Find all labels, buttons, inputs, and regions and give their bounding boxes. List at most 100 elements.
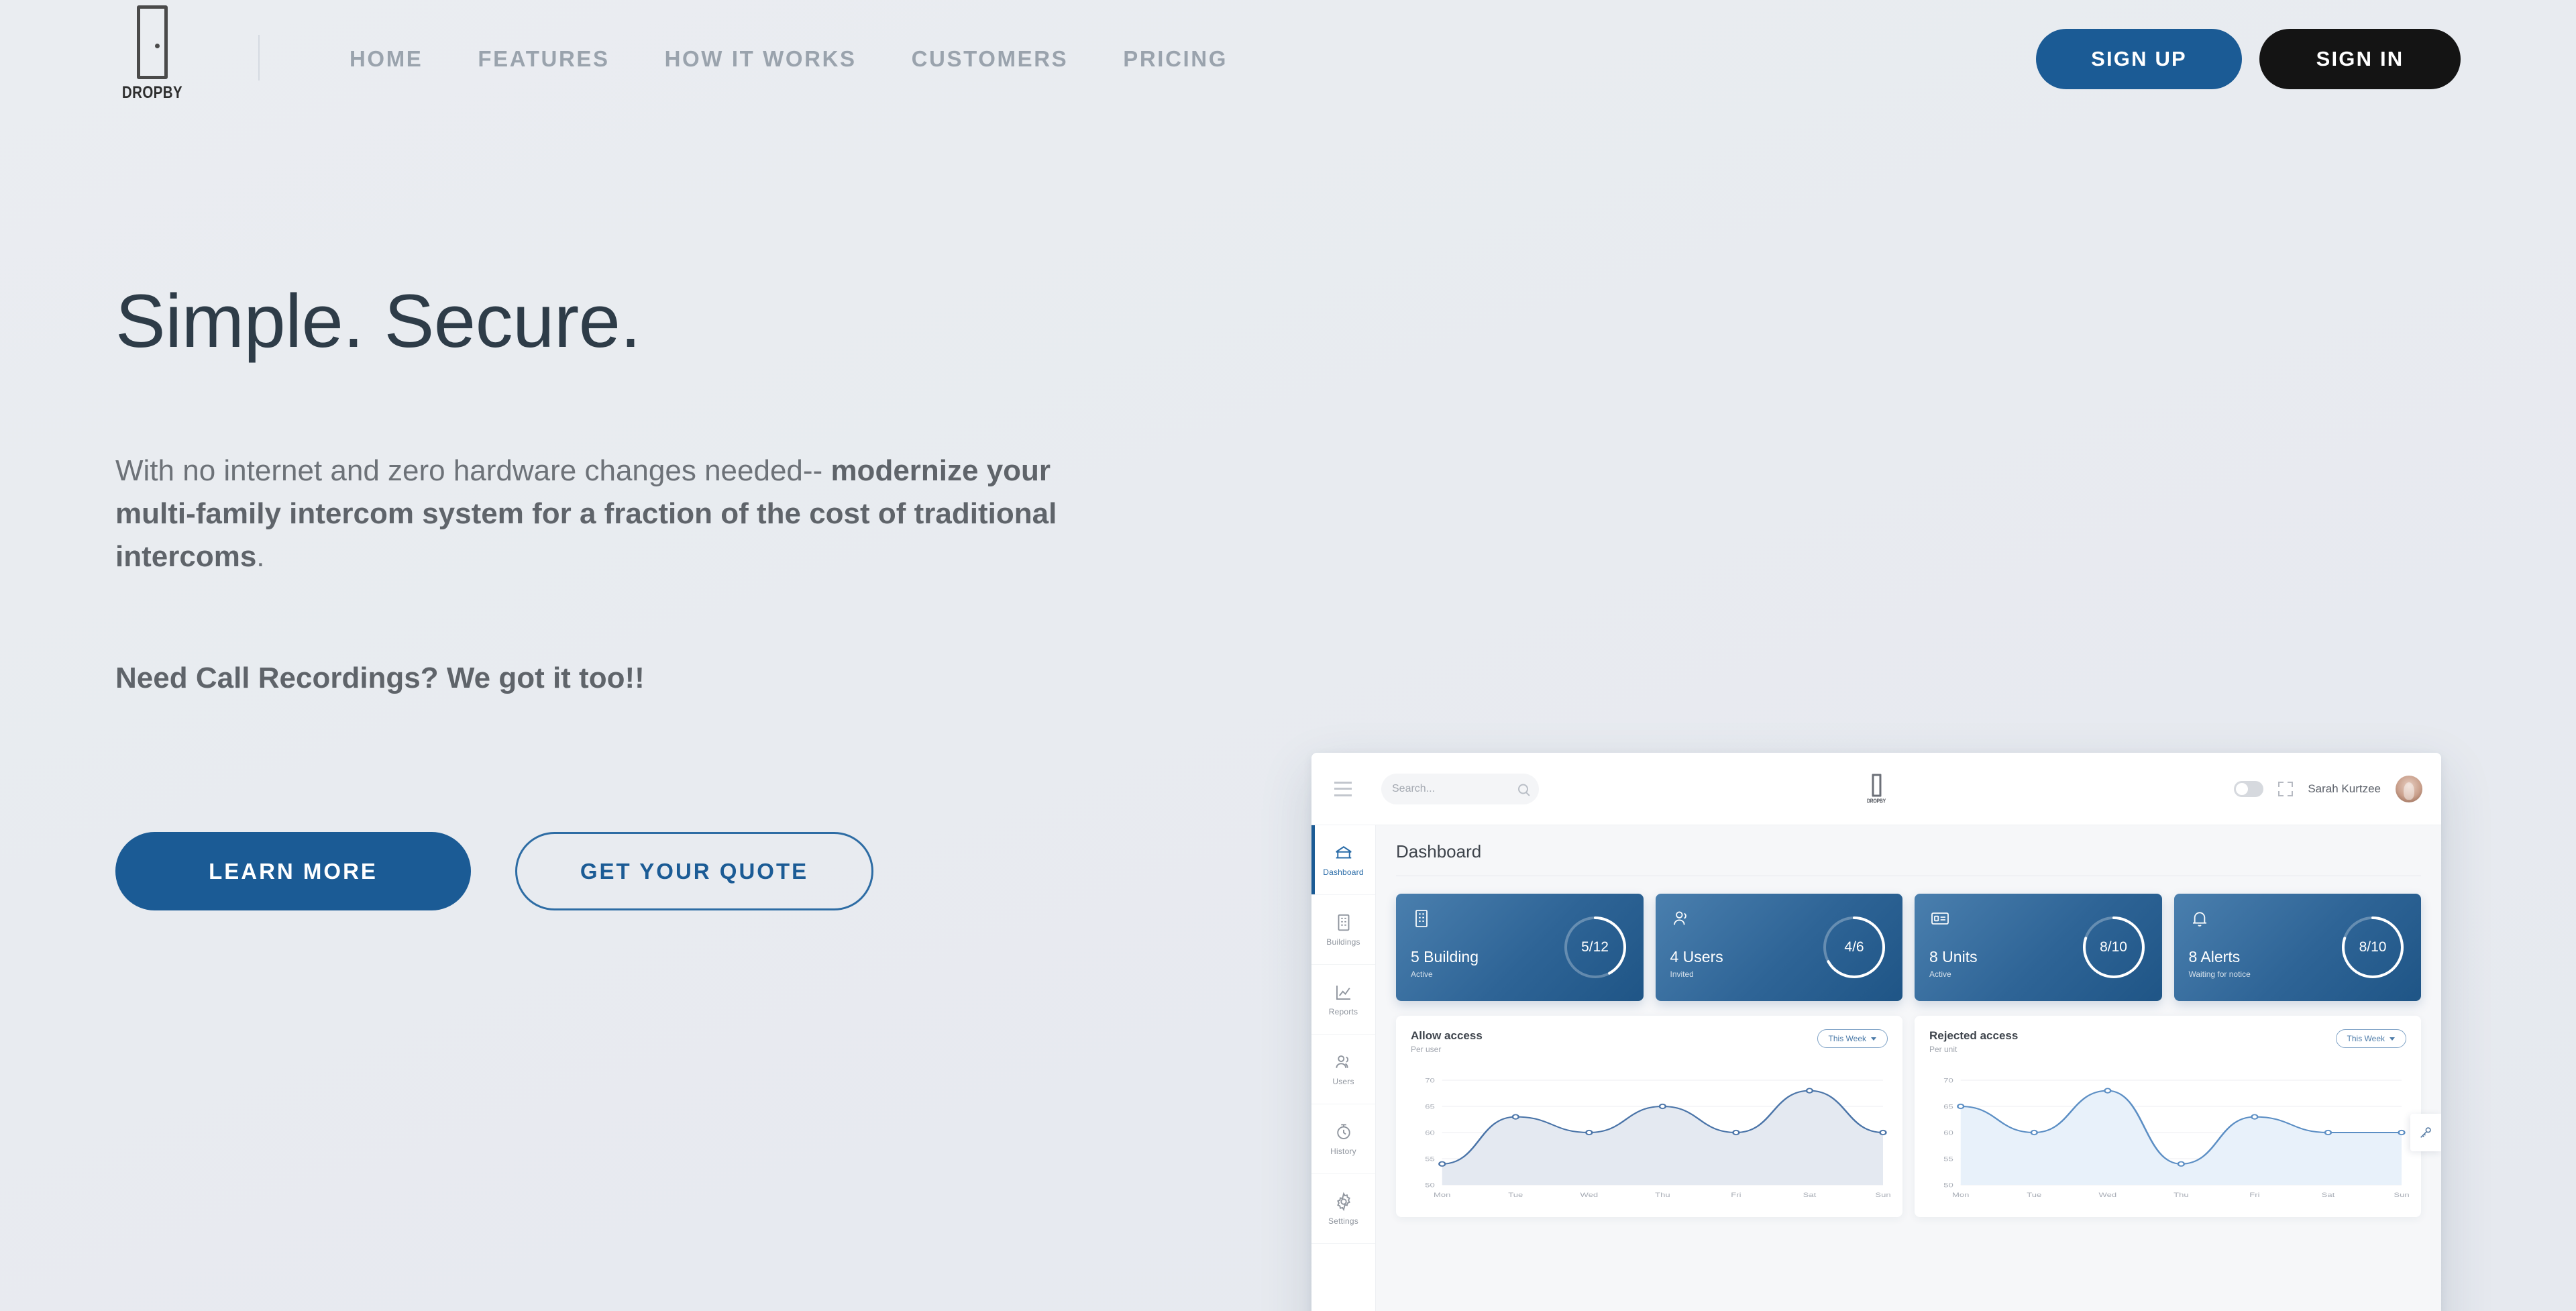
search-input[interactable]: Search...	[1381, 773, 1539, 804]
progress-ring: 4/6	[1819, 912, 1889, 982]
hero-tagline: Need Call Recordings? We got it too!!	[115, 662, 645, 695]
chevron-down-icon	[2390, 1037, 2395, 1041]
mockup-center-logo: DROPBY	[1865, 774, 1887, 804]
svg-text:65: 65	[1943, 1104, 1953, 1110]
nav-item-how-it-works[interactable]: HOW IT WORKS	[637, 46, 884, 72]
sidebar-item-reports[interactable]: Reports	[1311, 965, 1375, 1035]
stat-card-units[interactable]: 8 Units Active 8/10	[1915, 894, 2162, 1001]
users-icon	[1673, 911, 1686, 925]
chart-panel-header: Rejected access Per unit This Week	[1929, 1029, 2406, 1054]
svg-text:Mon: Mon	[1952, 1192, 1969, 1199]
chart-range-value: This Week	[1828, 1034, 1866, 1043]
svg-text:Tue: Tue	[2027, 1192, 2041, 1199]
mockup-logo-word: DROPBY	[1866, 798, 1886, 804]
building-icon	[1415, 910, 1428, 927]
unit-icon	[1931, 912, 1949, 925]
expand-icon[interactable]	[2278, 781, 2294, 796]
chart-range-value: This Week	[2347, 1034, 2385, 1043]
user-name: Sarah Kurtzee	[2308, 782, 2381, 795]
chevron-down-icon	[1871, 1037, 1876, 1041]
nav-item-pricing[interactable]: PRICING	[1095, 46, 1255, 72]
building-icon	[1338, 914, 1349, 931]
mockup-topbar: Search... DROPBY Sarah Kurtzee	[1311, 753, 2441, 825]
svg-text:55: 55	[1943, 1156, 1953, 1163]
chart-panel-header: Allow access Per user This Week	[1411, 1029, 1888, 1054]
sidebar-item-settings[interactable]: Settings	[1311, 1174, 1375, 1244]
brand-name: DROPBY	[121, 83, 183, 102]
nav-item-customers[interactable]: CUSTOMERS	[884, 46, 1096, 72]
sidebar-label-dashboard: Dashboard	[1323, 868, 1364, 877]
nav-item-features[interactable]: FEATURES	[450, 46, 637, 72]
chart-row: Allow access Per user This Week 50 55 60 65…	[1396, 1016, 2421, 1217]
chart-panel-allow-access: Allow access Per user This Week 50 55 60 65…	[1396, 1016, 1902, 1217]
progress-ring: 8/10	[2338, 912, 2408, 982]
sign-up-button[interactable]: SIGN UP	[2036, 28, 2242, 89]
svg-text:Wed: Wed	[1580, 1192, 1599, 1199]
stat-ratio: 4/6	[1844, 939, 1864, 955]
dashboard-mockup: Search... DROPBY Sarah Kurtzee Dashboard…	[1311, 753, 2441, 1311]
svg-text:50: 50	[1425, 1182, 1435, 1189]
chart-range-select[interactable]: This Week	[1817, 1029, 1888, 1048]
sidebar-label-buildings: Buildings	[1326, 937, 1360, 947]
hero-section: Simple. Secure. With no internet and zer…	[115, 282, 1189, 911]
gear-icon	[1336, 1192, 1350, 1212]
sidebar-item-history[interactable]: History	[1311, 1104, 1375, 1174]
svg-text:Fri: Fri	[1731, 1192, 1741, 1199]
chart-range-select[interactable]: This Week	[2335, 1029, 2406, 1048]
svg-text:60: 60	[1943, 1130, 1953, 1137]
svg-text:Mon: Mon	[1434, 1192, 1450, 1199]
search-placeholder: Search...	[1392, 782, 1436, 794]
get-your-quote-button[interactable]: GET YOUR QUOTE	[515, 832, 873, 911]
toggle-switch[interactable]	[2234, 780, 2264, 797]
svg-text:Tue: Tue	[1508, 1192, 1523, 1199]
avatar[interactable]	[2396, 775, 2422, 802]
hero-paragraph-lead: With no internet and zero hardware chang…	[115, 454, 823, 487]
door-icon	[137, 5, 168, 79]
mockup-topbar-right: Sarah Kurtzee	[2234, 775, 2422, 802]
brand-logo[interactable]: DROPBY	[115, 5, 189, 103]
stat-card-alerts[interactable]: 8 Alerts Waiting for notice 8/10	[2174, 894, 2421, 1001]
stat-card-buildings[interactable]: 5 Building Active 5/12	[1396, 894, 1644, 1001]
chart-panel-rejected-access: Rejected access Per unit This Week 50 55 6…	[1915, 1016, 2421, 1217]
svg-text:Thu: Thu	[2174, 1192, 2188, 1199]
chart-subtitle: Per user	[1411, 1045, 1442, 1054]
chart-title: Allow access	[1411, 1029, 1483, 1042]
nav-item-home[interactable]: HOME	[322, 46, 450, 72]
stat-ratio: 8/10	[2100, 939, 2127, 955]
svg-text:Sun: Sun	[2394, 1192, 2409, 1199]
svg-text:50: 50	[1943, 1182, 1953, 1189]
stat-ratio: 8/10	[2359, 939, 2387, 955]
door-icon	[1872, 774, 1881, 796]
svg-text:70: 70	[1425, 1078, 1435, 1084]
svg-text:Thu: Thu	[1655, 1192, 1670, 1199]
search-icon	[1518, 784, 1528, 794]
svg-text:Wed: Wed	[2099, 1192, 2117, 1199]
hero-cta-group: LEARN MORE GET YOUR QUOTE	[115, 832, 1189, 911]
landing-page: DROPBY HOME FEATURES HOW IT WORKS CUSTOM…	[0, 0, 2576, 1311]
list-menu-icon[interactable]	[1334, 781, 1352, 796]
svg-text:65: 65	[1425, 1104, 1435, 1110]
sign-in-button[interactable]: SIGN IN	[2259, 28, 2461, 89]
learn-more-button[interactable]: LEARN MORE	[115, 832, 471, 911]
chart-title: Rejected access	[1929, 1029, 2019, 1042]
mockup-main: Dashboard 5 Building Active 5/12 4 Users…	[1376, 825, 2441, 1311]
progress-ring: 5/12	[1560, 912, 1630, 982]
svg-text:Sun: Sun	[1875, 1192, 1890, 1199]
sidebar-item-buildings[interactable]: Buildings	[1311, 895, 1375, 965]
sidebar-label-settings: Settings	[1328, 1216, 1358, 1226]
svg-text:55: 55	[1425, 1156, 1435, 1163]
chart-canvas-rejected-access: 50 55 60 65 70 Mon Tue Wed Thu Fri Sat Sun	[1929, 1075, 2409, 1202]
sidebar-item-users[interactable]: Users	[1311, 1035, 1375, 1104]
sidebar-item-dashboard[interactable]: Dashboard	[1311, 825, 1375, 895]
svg-text:Sat: Sat	[2322, 1192, 2336, 1199]
key-glyph	[2420, 1127, 2431, 1138]
bell-icon	[2192, 912, 2206, 927]
dashboard-icon	[1335, 846, 1352, 859]
stat-card-row: 5 Building Active 5/12 4 Users Invited 4…	[1396, 894, 2421, 1001]
key-icon[interactable]	[2410, 1114, 2441, 1151]
mockup-body: Dashboard Buildings Reports Users Histor…	[1311, 825, 2441, 1311]
stat-card-users[interactable]: 4 Users Invited 4/6	[1655, 894, 1902, 1001]
chart-canvas-allow-access: 50 55 60 65 70 Mon Tue Wed Thu Fri Sat Sun	[1411, 1075, 1890, 1202]
chart-subtitle: Per unit	[1929, 1045, 1957, 1054]
nav-links: HOME FEATURES HOW IT WORKS CUSTOMERS PRI…	[322, 0, 1255, 117]
